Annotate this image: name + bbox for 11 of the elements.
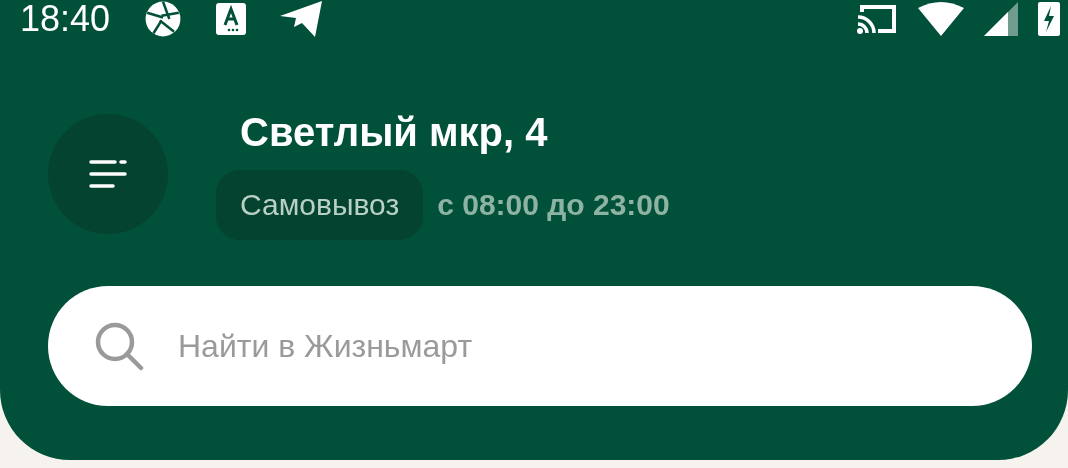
pickup-chip[interactable]: Самовывоз — [216, 170, 424, 240]
status-time: 18:40 — [20, 0, 111, 38]
signal-icon — [984, 2, 1018, 36]
search-field[interactable]: Найти в Жизньмарт — [48, 286, 1032, 406]
paper-plane-icon — [280, 1, 323, 37]
store-address[interactable]: Светлый мкр, 4 — [240, 108, 670, 156]
cast-icon — [856, 3, 898, 35]
keyboard-letter-icon — [216, 3, 247, 35]
menu-icon — [89, 160, 127, 188]
wifi-icon — [918, 2, 964, 36]
opening-hours: с 08:00 до 23:00 — [437, 188, 670, 222]
